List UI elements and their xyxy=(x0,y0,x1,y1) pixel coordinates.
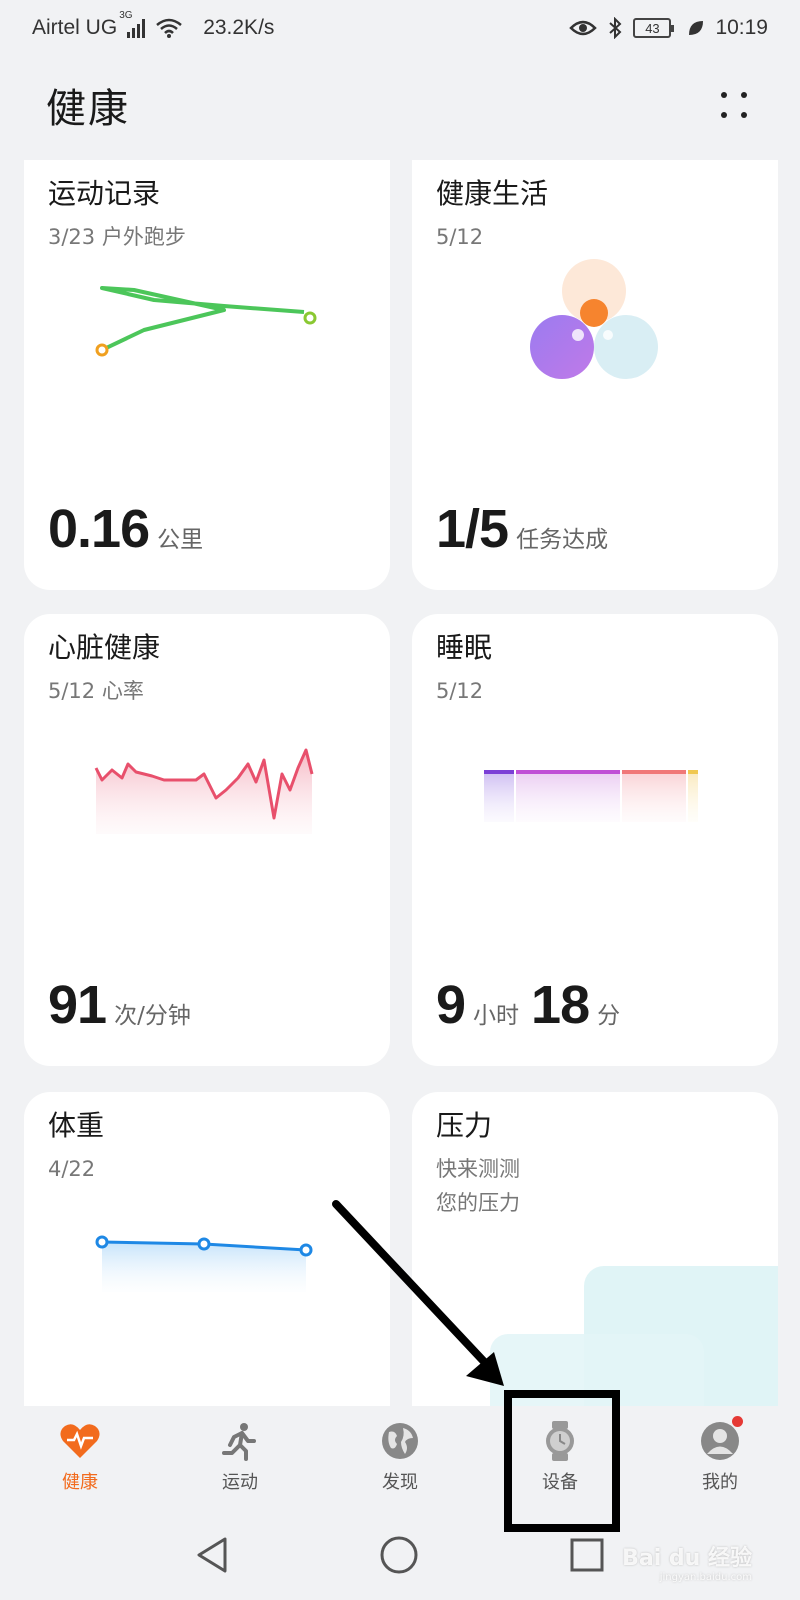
bluetooth-icon xyxy=(609,17,622,39)
tab-exercise[interactable]: 运动 xyxy=(160,1406,320,1510)
task-progress-value: 1/5 任务达成 xyxy=(436,499,609,559)
eye-comfort-icon xyxy=(569,20,598,36)
heart-rate-chart xyxy=(94,748,314,834)
status-bar: Airtel UG 3G 23.2K/s 43 10:19 xyxy=(0,0,800,56)
card-title: 心脏健康 xyxy=(48,631,161,664)
card-subtitle: 4/22 xyxy=(48,1157,96,1181)
page-title: 健康 xyxy=(46,86,130,132)
tab-me[interactable]: 我的 xyxy=(640,1406,800,1510)
weight-trend-chart xyxy=(95,1235,313,1292)
heart-health-card[interactable]: 心脏健康 5/12 心率 91 次/分钟 xyxy=(24,614,390,1066)
watermark-logo: Bai du 经验 jingyan.baidu.com xyxy=(622,1546,752,1583)
bottom-tab-bar: 健康 运动 发现 设备 我的 xyxy=(0,1406,800,1510)
card-title: 健康生活 xyxy=(436,177,549,210)
more-grid-icon[interactable] xyxy=(714,85,754,125)
tab-devices[interactable]: 设备 xyxy=(480,1406,640,1510)
sleep-duration-value: 9 小时 18 分 xyxy=(436,975,621,1035)
sleep-card[interactable]: 睡眠 5/12 9 小时 18 分 xyxy=(412,614,778,1066)
exercise-record-card[interactable]: 运动记录 3/23 户外跑步 0.16 公里 xyxy=(24,160,390,590)
card-subtitle: 3/23 户外跑步 xyxy=(48,225,186,249)
weight-card[interactable]: 体重 4/22 xyxy=(24,1092,390,1422)
runner-icon xyxy=(219,1420,261,1462)
carrier-label: Airtel UG xyxy=(32,16,118,39)
leaf-icon xyxy=(689,21,704,35)
app-header: 健康 xyxy=(46,70,754,140)
card-subtitle: 5/12 xyxy=(436,225,484,249)
card-title: 运动记录 xyxy=(48,177,161,210)
card-subtitle: 5/12 心率 xyxy=(48,679,144,703)
three-ring-chart xyxy=(530,259,658,379)
card-subtitle: 5/12 xyxy=(436,679,484,703)
home-circle-icon[interactable] xyxy=(379,1535,419,1575)
recents-square-icon[interactable] xyxy=(569,1537,605,1573)
card-title: 压力 xyxy=(436,1109,493,1142)
tab-health[interactable]: 健康 xyxy=(0,1406,160,1510)
notification-badge xyxy=(732,1416,743,1427)
battery-icon: 43 xyxy=(633,18,675,38)
running-route-map xyxy=(95,286,317,357)
watch-icon xyxy=(539,1420,581,1462)
tab-discover[interactable]: 发现 xyxy=(320,1406,480,1510)
sleep-stages-chart xyxy=(484,770,698,822)
clock: 10:19 xyxy=(715,16,768,39)
stress-card[interactable]: 压力 快来测测 您的压力 xyxy=(412,1092,778,1422)
signal-icon: 3G xyxy=(119,10,146,38)
heart-rate-value: 91 次/分钟 xyxy=(48,975,191,1035)
healthy-living-card[interactable]: 健康生活 5/12 1/5 任务达成 xyxy=(412,160,778,590)
globe-icon xyxy=(379,1420,421,1462)
back-triangle-icon[interactable] xyxy=(195,1536,229,1574)
heart-icon xyxy=(59,1420,101,1462)
profile-icon xyxy=(699,1416,743,1462)
card-title: 睡眠 xyxy=(436,631,493,664)
card-title: 体重 xyxy=(48,1109,105,1142)
network-speed: 23.2K/s xyxy=(203,16,275,39)
wifi-icon xyxy=(156,18,182,38)
distance-value: 0.16 公里 xyxy=(48,499,204,559)
card-subtitle: 快来测测 您的压力 xyxy=(436,1157,520,1215)
